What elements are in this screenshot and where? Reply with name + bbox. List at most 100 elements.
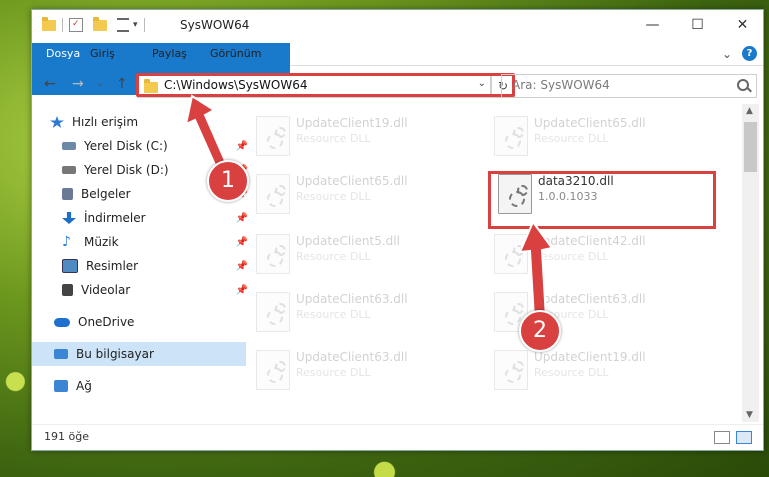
sidebar-item-label: Belgeler — [81, 187, 131, 201]
large-icons-view-icon[interactable] — [736, 431, 752, 444]
window-title: SysWOW64 — [180, 18, 250, 32]
sidebar-item-label: İndirmeler — [84, 211, 146, 225]
sidebar-item-label: Videolar — [81, 283, 131, 297]
sidebar-item-pictures[interactable]: Resimler 📌 — [32, 254, 254, 278]
recent-locations-button[interactable]: ⌄ — [96, 78, 104, 89]
details-view-icon[interactable] — [714, 431, 730, 444]
file-item[interactable]: UpdateClient63.dll Resource DLL — [248, 286, 478, 338]
cloud-icon — [54, 317, 70, 327]
navigation-bar: ← → ⌄ ↑ C:\Windows\SysWOW64 ⌄ ↻ Ara: Sys… — [32, 70, 763, 100]
sidebar-item-label: Müzik — [84, 235, 119, 249]
sidebar-item-label: Hızlı erişim — [72, 115, 139, 129]
drive-icon — [62, 166, 76, 174]
dll-file-icon — [494, 116, 528, 156]
video-icon — [62, 284, 73, 296]
quick-access-toolbar: ✓ ▾ — [42, 16, 151, 32]
callout-2: 2 — [519, 310, 561, 352]
sidebar-item-label: Resimler — [86, 259, 139, 273]
file-description: Resource DLL — [296, 366, 371, 379]
chevron-down-icon[interactable]: ▾ — [133, 20, 138, 30]
minimize-button[interactable]: — — [630, 10, 675, 40]
vertical-scrollbar[interactable]: ▲ ▼ — [742, 104, 759, 422]
file-name: UpdateClient19.dll — [296, 116, 408, 130]
dll-file-icon — [256, 234, 290, 274]
file-name: UpdateClient63.dll — [296, 350, 408, 364]
sidebar-item-label: Bu bilgisayar — [76, 347, 154, 361]
file-item[interactable]: UpdateClient65.dll Resource DLL — [486, 110, 716, 162]
sidebar-item-label: Ağ — [76, 379, 92, 393]
drive-icon — [62, 142, 76, 150]
file-name: UpdateClient5.dll — [296, 234, 400, 248]
file-item[interactable]: UpdateClient42.dll Resource DLL — [486, 228, 716, 280]
dll-file-icon — [494, 350, 528, 390]
scroll-up-icon[interactable]: ▲ — [746, 106, 753, 116]
search-icon — [737, 79, 749, 91]
sidebar-item-local-disk-c[interactable]: Yerel Disk (C:) 📌 — [32, 134, 254, 158]
up-button[interactable]: ↑ — [116, 76, 128, 92]
expand-ribbon-icon[interactable]: ⌄ — [722, 47, 732, 61]
file-description: Resource DLL — [534, 366, 609, 379]
download-icon — [62, 212, 76, 224]
scrollbar-thumb[interactable] — [744, 122, 757, 172]
dll-file-icon — [256, 116, 290, 156]
sidebar-item-label: Yerel Disk (C:) — [84, 139, 168, 153]
file-description: Resource DLL — [296, 250, 371, 263]
file-item[interactable]: UpdateClient5.dll Resource DLL — [248, 228, 478, 280]
properties-icon[interactable]: ✓ — [69, 18, 83, 32]
document-icon — [62, 188, 73, 200]
file-item[interactable]: UpdateClient65.dll Resource DLL — [248, 168, 478, 220]
file-highlight-box — [488, 171, 716, 229]
tab-share[interactable]: Paylaş — [142, 43, 197, 65]
dll-file-icon — [256, 174, 290, 214]
sidebar-item-network[interactable]: Ağ — [32, 374, 246, 398]
file-description: Resource DLL — [296, 132, 371, 145]
music-icon: ♪ — [62, 234, 71, 250]
file-item[interactable]: UpdateClient19.dll Resource DLL — [248, 110, 478, 162]
search-input[interactable]: Ara: SysWOW64 — [512, 78, 610, 92]
toolbar-separator — [62, 18, 63, 32]
help-icon[interactable]: ? — [742, 46, 757, 61]
file-description: Resource DLL — [296, 308, 371, 321]
folder-icon — [42, 16, 56, 31]
file-description: Resource DLL — [534, 132, 609, 145]
search-box[interactable]: Ara: SysWOW64 — [501, 74, 757, 98]
title-bar: ✓ ▾ SysWOW64 — ☐ ✕ — [32, 10, 763, 42]
dll-file-icon — [494, 234, 528, 274]
sidebar-item-videos[interactable]: Videolar 📌 — [32, 278, 254, 302]
sidebar-item-quick-access[interactable]: Hızlı erişim — [32, 110, 242, 134]
maximize-button[interactable]: ☐ — [675, 10, 720, 40]
file-description: Resource DLL — [296, 190, 371, 203]
forward-button[interactable]: → — [72, 76, 84, 92]
pictures-icon — [62, 259, 78, 273]
file-name: UpdateClient42.dll — [534, 234, 646, 248]
sidebar-item-downloads[interactable]: İndirmeler 📌 — [32, 206, 254, 230]
customize-icon[interactable] — [117, 18, 129, 32]
sidebar-item-onedrive[interactable]: OneDrive — [32, 310, 246, 334]
tab-view[interactable]: Görünüm — [200, 43, 271, 65]
file-item[interactable]: UpdateClient63.dll Resource DLL — [248, 344, 478, 396]
file-item[interactable]: UpdateClient19.dll Resource DLL — [486, 344, 716, 396]
sidebar-item-this-pc[interactable]: Bu bilgisayar — [32, 342, 246, 366]
dll-file-icon — [256, 292, 290, 332]
file-name: UpdateClient63.dll — [534, 292, 646, 306]
file-name: UpdateClient65.dll — [296, 174, 408, 188]
item-count: 191 öğe — [44, 430, 89, 443]
file-description: Resource DLL — [534, 250, 609, 263]
tab-home[interactable]: Giriş — [80, 43, 125, 65]
file-list: UpdateClient19.dll Resource DLL UpdateCl… — [228, 104, 742, 422]
back-button[interactable]: ← — [44, 76, 56, 92]
dll-file-icon — [256, 350, 290, 390]
scroll-down-icon[interactable]: ▼ — [746, 410, 753, 420]
sidebar-item-label: Yerel Disk (D:) — [84, 163, 169, 177]
callout-1: 1 — [207, 160, 249, 202]
new-folder-icon[interactable] — [93, 16, 107, 31]
sidebar-item-label: OneDrive — [78, 315, 135, 329]
sidebar-item-music[interactable]: ♪ Müzik 📌 — [32, 230, 254, 254]
ribbon-controls: ⌄ ? — [722, 46, 757, 61]
file-name: UpdateClient63.dll — [296, 292, 408, 306]
address-highlight-box — [136, 73, 515, 97]
file-name: UpdateClient65.dll — [534, 116, 646, 130]
navigation-pane: Hızlı erişim Yerel Disk (C:) 📌 Yerel Dis… — [32, 104, 248, 422]
close-button[interactable]: ✕ — [720, 10, 765, 40]
star-icon — [50, 116, 64, 128]
